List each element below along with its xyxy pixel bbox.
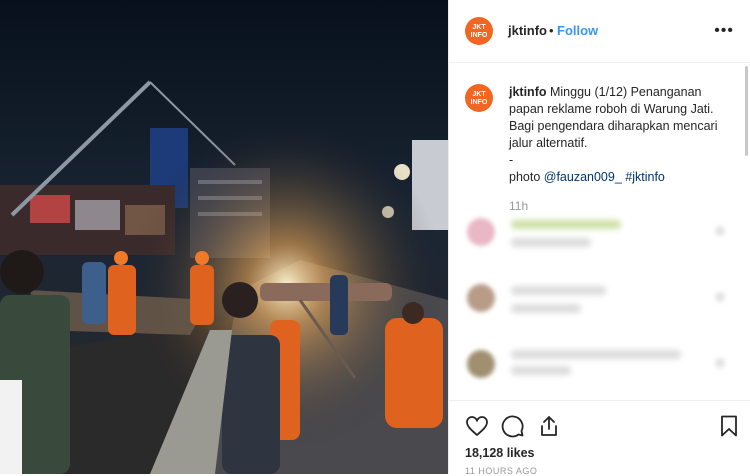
post-photo-scene	[0, 0, 448, 474]
avatar[interactable]: JKT INFO	[465, 17, 493, 45]
post-side-panel: JKT INFO jktinfo • Follow ••• JKT INFO j…	[448, 0, 750, 476]
blurred-avatar	[467, 218, 495, 246]
blurred-comments	[459, 208, 741, 398]
post-photo[interactable]	[0, 0, 448, 474]
blurred-text	[511, 286, 606, 295]
caption-dash: -	[509, 153, 514, 167]
blurred-comment	[459, 208, 741, 258]
blurred-text	[511, 366, 571, 375]
caption-text-block: jktinfo Minggu (1/12) Penanganan papan r…	[509, 84, 735, 215]
post-actions: 18,128 likes	[449, 400, 750, 475]
blurred-like-icon	[715, 358, 725, 368]
blurred-comment	[459, 274, 741, 324]
blurred-text	[511, 350, 681, 359]
caption-username[interactable]: jktinfo	[509, 85, 547, 99]
blurred-avatar	[467, 284, 495, 312]
bookmark-icon[interactable]	[717, 414, 741, 438]
likes-count[interactable]: 18,128 likes	[465, 446, 535, 460]
share-icon[interactable]	[537, 414, 561, 438]
more-options-icon[interactable]: •••	[714, 22, 734, 40]
hashtag-link[interactable]: #jktinfo	[625, 170, 665, 184]
blurred-like-icon	[715, 226, 725, 236]
blurred-comment	[459, 340, 741, 390]
comment-icon[interactable]	[501, 414, 525, 438]
blurred-text	[511, 220, 621, 229]
separator: •	[549, 23, 554, 38]
username-link[interactable]: jktinfo	[508, 23, 547, 38]
heart-icon[interactable]	[465, 414, 489, 438]
comments-scrollbar[interactable]	[745, 66, 748, 156]
mention-link[interactable]: @fauzan009_	[544, 170, 622, 184]
blurred-text	[511, 238, 591, 247]
post-header: JKT INFO jktinfo • Follow •••	[449, 0, 750, 63]
blurred-like-icon	[715, 292, 725, 302]
blurred-text	[511, 304, 581, 313]
blurred-avatar	[467, 350, 495, 378]
follow-button[interactable]: Follow	[557, 23, 598, 38]
posted-ago: 11 HOURS AGO	[465, 466, 538, 476]
caption-avatar[interactable]: JKT INFO	[465, 84, 493, 112]
caption-photo-prefix: photo	[509, 170, 541, 184]
